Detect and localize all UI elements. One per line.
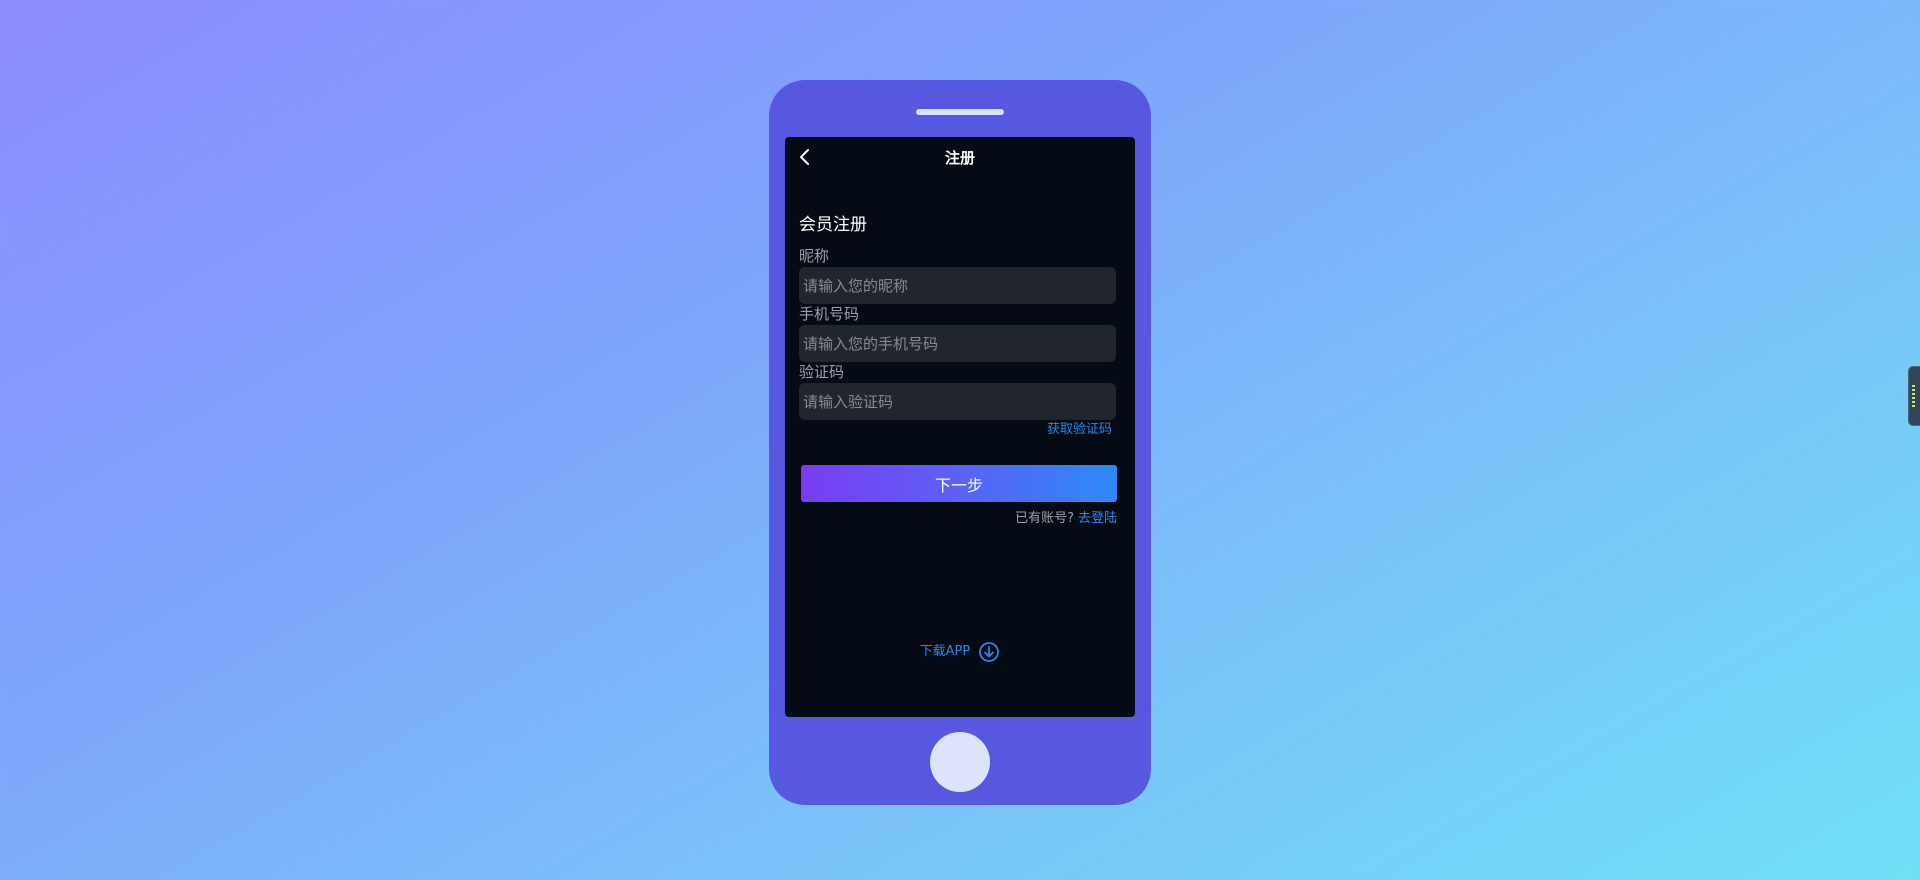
get-code-button[interactable]: 获取验证码 — [1036, 420, 1112, 440]
chevron-left-icon[interactable] — [795, 147, 815, 167]
phone-speaker — [916, 109, 1004, 115]
nav-bar: 注册 — [785, 137, 1135, 179]
phone-label: 手机号码 — [799, 305, 860, 323]
nickname-label: 昵称 — [799, 247, 830, 265]
grip-icon — [1912, 385, 1915, 409]
code-input[interactable] — [799, 383, 1116, 420]
form-title: 会员注册 — [799, 215, 867, 235]
download-app-link[interactable]: 下载APP — [785, 640, 1135, 664]
login-row: 已有账号? 去登陆 — [799, 509, 1117, 529]
side-panel-tab[interactable] — [1908, 366, 1920, 426]
page-title: 注册 — [944, 149, 975, 167]
phone-input[interactable] — [799, 325, 1116, 362]
home-button[interactable] — [930, 732, 990, 792]
login-hint: 已有账号? — [1015, 511, 1074, 526]
download-app-label: 下载APP — [919, 644, 971, 659]
nickname-input[interactable] — [799, 267, 1116, 304]
next-step-button[interactable]: 下一步 — [801, 465, 1117, 502]
code-label: 验证码 — [799, 363, 845, 381]
login-link[interactable]: 去登陆 — [1078, 511, 1117, 526]
phone-frame: 注册 会员注册 昵称 手机号码 验证码 获取验证码 下一步 已有账号? 去登陆 下… — [769, 80, 1151, 805]
download-circle-icon — [979, 642, 1000, 662]
phone-screen: 注册 会员注册 昵称 手机号码 验证码 获取验证码 下一步 已有账号? 去登陆 下… — [785, 137, 1135, 717]
